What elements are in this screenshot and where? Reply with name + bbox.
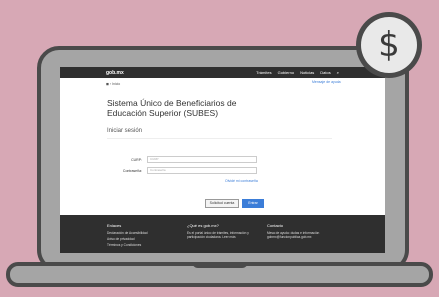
footer-about-column: ¿Qué es gob.mx? Es el portal único de tr… [187,223,257,241]
curp-input[interactable]: CURP [147,156,257,163]
footer-link[interactable]: Declaración de Accesibilidad [107,231,177,235]
login-button[interactable]: Entrar [242,199,264,208]
laptop-notch [192,262,248,268]
footer-contact-title: Contacto [267,223,284,228]
login-page: ◼ › Inicio Mensaje de ayuda Sistema Únic… [60,78,385,215]
forgot-password-link[interactable]: Olvidé mi contraseña [225,179,258,183]
footer-contact-text: Mesa de ayuda: dudas e información gobmx… [267,231,320,239]
search-icon[interactable]: ⌕ [337,70,339,75]
login-subtitle: Iniciar sesión [107,128,143,134]
breadcrumb[interactable]: ◼ › Inicio [106,82,120,86]
password-input[interactable]: Contraseña [147,167,257,174]
password-label: Contraseña: [122,169,142,173]
dollar-sign-icon: $ [361,17,417,73]
register-button[interactable]: Solicitud cuenta [205,199,239,208]
dollar-coin-icon: $ [356,12,422,78]
curp-label: CURP: [131,158,142,162]
site-footer: Enlaces Declaración de Accesibilidad Avi… [60,215,385,253]
footer-about-text: Es el portal único de trámites, informac… [187,231,249,239]
laptop-screen: gob.mx Trámites Gobierno Noticias Datos … [60,67,385,253]
help-link[interactable]: Mensaje de ayuda [312,80,341,84]
site-header: gob.mx Trámites Gobierno Noticias Datos … [60,67,385,78]
footer-link[interactable]: Aviso de privacidad [107,237,177,241]
page-title: Sistema Único de Beneficiarios de Educac… [107,98,237,118]
top-nav: Trámites Gobierno Noticias Datos ⌕ [256,70,339,75]
divider [107,138,332,139]
nav-item-tramites[interactable]: Trámites [256,70,271,75]
nav-item-datos[interactable]: Datos [320,70,330,75]
footer-links-column: Enlaces Declaración de Accesibilidad Avi… [107,223,177,249]
site-logo[interactable]: gob.mx [106,70,124,76]
nav-item-gobierno[interactable]: Gobierno [278,70,294,75]
footer-about-title: ¿Qué es gob.mx? [187,223,219,228]
nav-item-noticias[interactable]: Noticias [300,70,314,75]
footer-links-title: Enlaces [107,223,122,228]
footer-contact-column: Contacto Mesa de ayuda: dudas e informac… [267,223,337,241]
footer-link[interactable]: Términos y Condiciones [107,243,177,247]
